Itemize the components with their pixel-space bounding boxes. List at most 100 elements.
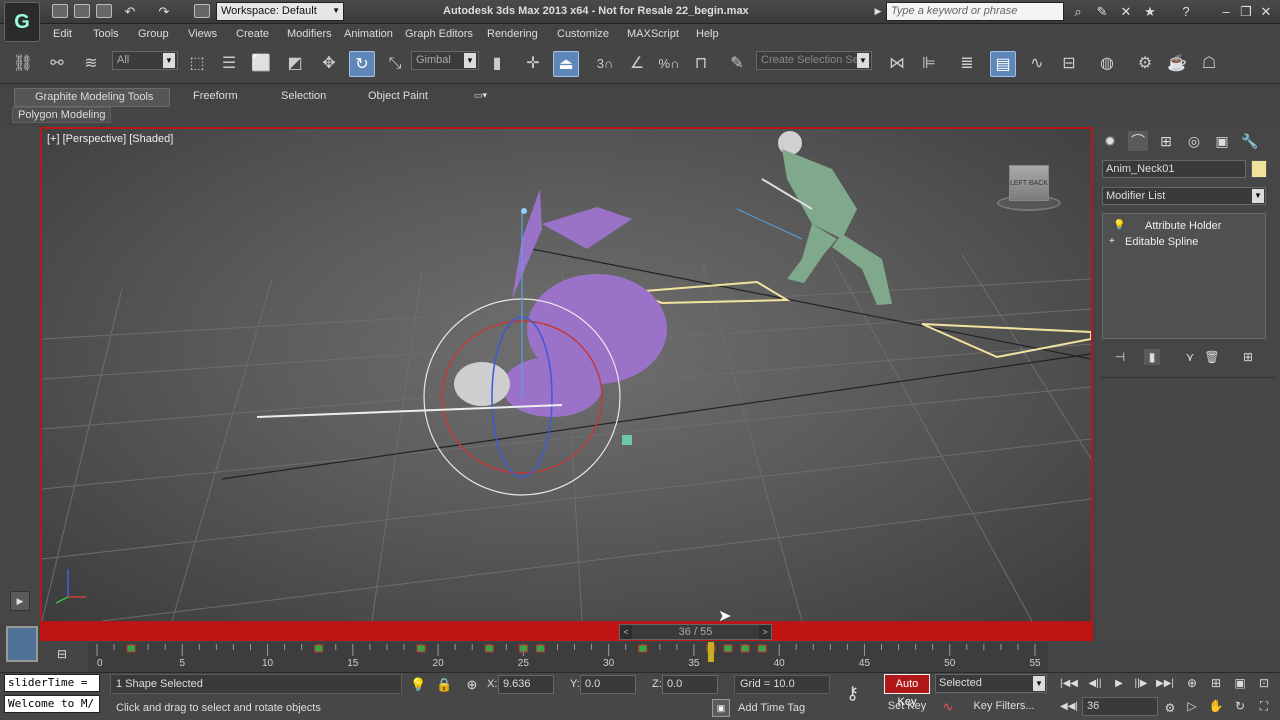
modifier-list-select[interactable]: Modifier List ▼ <box>1102 187 1266 205</box>
spinner-snap-icon[interactable]: ⊓ <box>688 51 714 77</box>
select-and-rotate-icon[interactable]: ↻ <box>349 51 375 77</box>
tab-object-paint[interactable]: Object Paint <box>360 88 436 107</box>
create-tab-icon[interactable]: ✹ <box>1100 131 1120 151</box>
open-file-icon[interactable] <box>74 4 90 18</box>
select-and-scale-icon[interactable]: ⤡ <box>382 51 408 77</box>
zoom-extents-all-icon[interactable]: ⊡ <box>1254 674 1274 692</box>
previous-frame-icon[interactable]: ◀|| <box>1084 676 1106 692</box>
select-and-link-icon[interactable]: ⛓ <box>10 51 36 77</box>
keyboard-shortcut-override-icon[interactable]: ⏏ <box>553 51 579 77</box>
percent-snap-icon[interactable]: %∩ <box>656 51 682 77</box>
menu-edit[interactable]: Edit <box>53 28 72 40</box>
menu-views[interactable]: Views <box>188 28 217 40</box>
time-slider[interactable]: < 36 / 55 > <box>619 624 772 640</box>
menu-customize[interactable]: Customize <box>557 28 609 40</box>
perspective-viewport[interactable]: [+] [Perspective] [Shaded] LEFT BACK <box>40 127 1093 623</box>
go-to-start-icon[interactable]: |◀◀ <box>1058 676 1080 692</box>
menu-animation[interactable]: Animation <box>344 28 393 40</box>
previous-frame-icon[interactable]: < <box>620 625 632 639</box>
help-icon[interactable]: ? <box>1178 4 1194 19</box>
keyframe-marker[interactable] <box>740 644 750 653</box>
field-of-view-icon[interactable]: ▷ <box>1182 697 1202 715</box>
tab-freeform[interactable]: Freeform <box>185 88 246 107</box>
align-icon[interactable]: ⊫ <box>916 51 942 77</box>
rendered-frame-window-icon[interactable]: ☕ <box>1164 51 1190 77</box>
default-tangent-icon[interactable]: ∿ <box>940 699 956 714</box>
y-coordinate-field[interactable]: 0.0 <box>580 675 636 694</box>
restore-icon[interactable]: ❐ <box>1238 4 1254 19</box>
remove-modifier-icon[interactable]: 🗑 <box>1204 349 1220 365</box>
open-mini-curve-editor-icon[interactable]: ⊟ <box>52 647 72 665</box>
current-frame-marker[interactable] <box>707 642 714 662</box>
select-by-name-icon[interactable]: ☰ <box>216 51 242 77</box>
menu-create[interactable]: Create <box>236 28 269 40</box>
favorites-star-icon[interactable]: ★ <box>1142 4 1158 19</box>
menu-graph-editors[interactable]: Graph Editors <box>405 28 473 40</box>
keyframe-marker[interactable] <box>126 644 136 653</box>
orbit-icon[interactable]: ↻ <box>1230 697 1250 715</box>
app-logo[interactable]: G <box>4 2 40 42</box>
select-and-move-icon[interactable]: ✥ <box>316 51 342 77</box>
stack-item-editable-spline[interactable]: + Editable Spline <box>1103 234 1265 250</box>
current-frame-field[interactable]: 36 <box>1082 697 1158 716</box>
new-file-icon[interactable] <box>52 4 68 18</box>
close-icon[interactable]: ✕ <box>1258 4 1274 19</box>
absolute-mode-icon[interactable]: ⊕ <box>464 677 480 692</box>
zoom-all-icon[interactable]: ⊞ <box>1206 674 1226 692</box>
keyframe-marker[interactable] <box>416 644 426 653</box>
object-name-field[interactable]: Anim_Neck01 <box>1102 160 1246 178</box>
z-coordinate-field[interactable]: 0.0 <box>662 675 718 694</box>
next-frame-icon[interactable]: ||▶ <box>1130 676 1152 692</box>
communication-center-icon[interactable]: ✕ <box>1118 4 1134 19</box>
keyframe-marker[interactable] <box>535 644 545 653</box>
x-coordinate-field[interactable]: 9.636 <box>498 675 554 694</box>
show-end-result-icon[interactable]: ▮ <box>1144 349 1160 365</box>
key-filters-button[interactable]: Key Filters... <box>962 697 1046 716</box>
pivot-center-icon[interactable]: ▮ <box>484 51 510 77</box>
rectangular-selection-icon[interactable]: ⬜ <box>248 51 274 77</box>
control-box[interactable] <box>622 435 632 445</box>
object-color-swatch[interactable] <box>1251 160 1267 178</box>
add-time-tag[interactable]: Add Time Tag <box>738 702 805 714</box>
schematic-view-icon[interactable]: ⊟ <box>1056 51 1082 77</box>
pin-stack-icon[interactable]: ⊣ <box>1112 349 1128 365</box>
stack-item-attribute-holder[interactable]: 💡 Attribute Holder <box>1103 218 1265 234</box>
binoculars-icon[interactable]: ⌕ <box>1070 4 1086 19</box>
time-tag-icon[interactable]: ▣ <box>712 699 730 717</box>
keyframe-marker[interactable] <box>484 644 494 653</box>
search-expand-icon[interactable]: ▶ <box>870 4 886 19</box>
selection-filter-select[interactable]: All ▼ <box>112 51 178 70</box>
window-crossing-icon[interactable]: ◩ <box>282 51 308 77</box>
bind-to-space-warp-icon[interactable]: ≋ <box>78 51 104 77</box>
track-bar[interactable]: 0 5 10 15 20 25 30 35 40 45 50 55 <box>88 642 1048 672</box>
auto-key-button[interactable]: Auto Key <box>884 674 930 708</box>
keyframe-marker[interactable] <box>723 644 733 653</box>
motion-tab-icon[interactable]: ◎ <box>1184 131 1204 151</box>
make-unique-icon[interactable]: ⋎ <box>1182 349 1198 365</box>
edit-named-selection-icon[interactable]: ✎ <box>724 51 750 77</box>
tab-graphite-modeling-tools[interactable]: Graphite Modeling Tools <box>14 88 170 107</box>
subscription-icon[interactable]: ✎ <box>1094 4 1110 19</box>
set-keys-icon[interactable]: ⚷ <box>846 683 859 704</box>
graphite-toggle-icon[interactable]: ▤ <box>990 51 1016 77</box>
angle-snap-icon[interactable]: ∠ <box>624 51 650 77</box>
viewcube[interactable]: LEFT BACK <box>1009 165 1049 201</box>
expand-plus-icon[interactable]: + <box>1109 234 1115 250</box>
unlink-icon[interactable]: ⚯ <box>44 51 70 77</box>
pan-view-icon[interactable]: ✋ <box>1206 697 1226 715</box>
workspace-select[interactable]: Workspace: Default ▼ <box>216 2 344 21</box>
menu-maxscript[interactable]: MAXScript <box>627 28 679 40</box>
time-configuration-icon[interactable]: ⚙ <box>1160 699 1180 717</box>
play-icon[interactable]: ▶ <box>1108 676 1130 692</box>
layer-manager-icon[interactable]: ≣ <box>954 51 980 77</box>
utilities-tab-icon[interactable]: 🔧 <box>1240 131 1260 151</box>
mirror-icon[interactable]: ⋈ <box>884 51 910 77</box>
menu-modifiers[interactable]: Modifiers <box>287 28 332 40</box>
viewport-label[interactable]: [+] [Perspective] [Shaded] <box>47 133 173 145</box>
keyframe-marker[interactable] <box>757 644 767 653</box>
ribbon-panel-polygon-modeling[interactable]: Polygon Modeling <box>12 107 112 123</box>
material-editor-icon[interactable]: ◍ <box>1094 51 1120 77</box>
named-selection-select[interactable]: Create Selection Se ▼ <box>756 51 872 70</box>
render-production-icon[interactable]: ☖ <box>1196 51 1222 77</box>
reference-coordinate-select[interactable]: Gimbal ▼ <box>411 51 479 70</box>
